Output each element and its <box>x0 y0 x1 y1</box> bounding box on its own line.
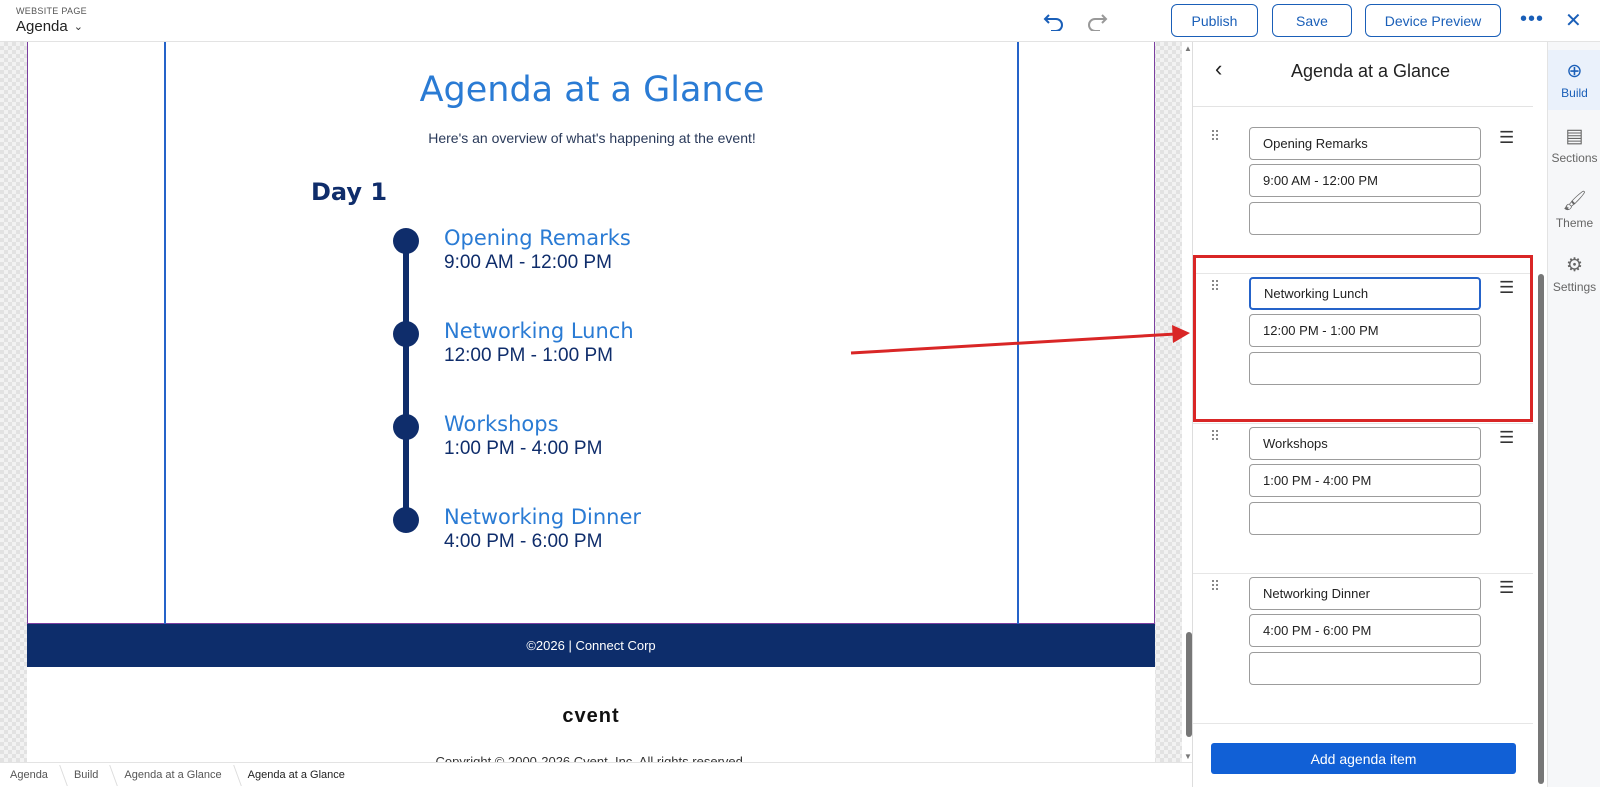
breadcrumb: Agenda Build Agenda at a Glance Agenda a… <box>0 762 1192 787</box>
top-bar: WEBSITE PAGE Agenda ⌄ Publish Save Devic… <box>0 0 1600 42</box>
rail-item-build[interactable]: ⊕ Build <box>1548 50 1600 110</box>
publish-button[interactable]: Publish <box>1171 4 1258 37</box>
menu-icon[interactable]: ☰ <box>1499 128 1514 148</box>
agenda-item-name-field[interactable]: Opening Remarks <box>1249 127 1481 160</box>
event-time: 12:00 PM - 1:00 PM <box>444 345 613 366</box>
rail-item-label: Build <box>1561 86 1588 100</box>
agenda-section[interactable]: Agenda at a Glance Here's an overview of… <box>27 42 1155 624</box>
chevron-down-icon: ⌄ <box>73 21 83 33</box>
paint-brush-icon: 🖌 <box>1562 190 1587 212</box>
agenda-item-extra-field[interactable] <box>1249 652 1481 685</box>
divider <box>1193 106 1533 107</box>
breadcrumb-item[interactable]: Agenda at a Glance <box>114 763 237 788</box>
undo-icon[interactable] <box>1041 8 1067 34</box>
drag-handle-icon[interactable] <box>1212 130 1220 144</box>
event-name: Workshops <box>444 412 559 436</box>
scroll-down-icon[interactable]: ▼ <box>1184 752 1192 761</box>
scroll-up-icon[interactable]: ▲ <box>1184 44 1192 53</box>
panel-title: Agenda at a Glance <box>1290 61 1451 81</box>
timeline-dot <box>393 321 419 347</box>
agenda-item-extra-field[interactable] <box>1249 502 1481 535</box>
event-time: 9:00 AM - 12:00 PM <box>444 252 612 273</box>
save-button[interactable]: Save <box>1272 4 1352 37</box>
agenda-item-name-field[interactable]: Workshops <box>1249 427 1481 460</box>
timeline-line <box>403 238 409 524</box>
sections-icon: ▤ <box>1565 126 1584 147</box>
rail-item-settings[interactable]: ⚙ Settings <box>1548 244 1600 304</box>
cvent-logo: cvent <box>562 705 620 727</box>
drag-handle-icon[interactable] <box>1212 580 1220 594</box>
add-agenda-item-button[interactable]: Add agenda item <box>1211 743 1516 774</box>
timeline-dot <box>393 414 419 440</box>
agenda-item-time-field[interactable]: 9:00 AM - 12:00 PM <box>1249 164 1481 197</box>
copyright-text: Copyright © 2000-2026 Cvent, Inc. All ri… <box>435 754 747 762</box>
plus-circle-icon: ⊕ <box>1566 61 1583 82</box>
event-name: Networking Lunch <box>444 319 634 343</box>
rail-item-label: Settings <box>1552 280 1597 294</box>
agenda-subtitle: Here's an overview of what's happening a… <box>428 130 756 146</box>
agenda-item-extra-field[interactable] <box>1249 202 1481 235</box>
agenda-title: Agenda at a Glance <box>419 70 765 110</box>
more-options-icon[interactable]: ••• <box>1520 8 1544 31</box>
page-selector[interactable]: Agenda ⌄ <box>16 18 83 35</box>
page-selector-label: Agenda <box>16 18 68 35</box>
event-name: Opening Remarks <box>444 226 631 250</box>
breadcrumb-item[interactable]: Build <box>64 763 114 788</box>
panel-scrollbar[interactable] <box>1533 102 1547 787</box>
rail-item-label: Sections <box>1551 151 1598 165</box>
redo-icon[interactable] <box>1084 8 1110 34</box>
menu-icon[interactable]: ☰ <box>1499 578 1514 598</box>
rail-item-theme[interactable]: 🖌 Theme <box>1548 179 1600 239</box>
drag-handle-icon[interactable] <box>1212 430 1220 444</box>
event-time: 4:00 PM - 6:00 PM <box>444 531 603 552</box>
agenda-item-editor: ☰ Opening Remarks 9:00 AM - 12:00 PM <box>1193 124 1533 274</box>
page-kicker: WEBSITE PAGE <box>16 6 87 16</box>
timeline-dot <box>393 507 419 533</box>
agenda-item-name-field[interactable]: Networking Dinner <box>1249 577 1481 610</box>
breadcrumb-item[interactable]: Agenda <box>0 763 64 788</box>
rail-item-sections[interactable]: ▤ Sections <box>1548 115 1600 175</box>
event-time: 1:00 PM - 4:00 PM <box>444 438 603 459</box>
agenda-item-time-field[interactable]: 1:00 PM - 4:00 PM <box>1249 464 1481 497</box>
breadcrumb-item-current: Agenda at a Glance <box>247 769 345 781</box>
highlight-box <box>1193 255 1533 422</box>
gear-icon: ⚙ <box>1565 255 1584 276</box>
agenda-item-editor: ☰ Networking Dinner 4:00 PM - 6:00 PM <box>1193 574 1533 724</box>
device-preview-button[interactable]: Device Preview <box>1365 4 1501 37</box>
page-footer[interactable]: ©2026 | Connect Corp <box>27 624 1155 667</box>
day-heading: Day 1 <box>311 178 388 206</box>
menu-icon[interactable]: ☰ <box>1499 428 1514 448</box>
panel-scroll-thumb[interactable] <box>1538 274 1544 784</box>
agenda-item-time-field[interactable]: 4:00 PM - 6:00 PM <box>1249 614 1481 647</box>
website-page-preview: Agenda at a Glance Here's an overview of… <box>27 42 1155 762</box>
editor-canvas[interactable]: Agenda at a Glance Here's an overview of… <box>0 42 1182 762</box>
close-icon[interactable]: ✕ <box>1565 8 1582 33</box>
right-rail: ⊕ Build ▤ Sections 🖌 Theme ⚙ Settings <box>1547 42 1600 787</box>
timeline-dot <box>393 228 419 254</box>
rail-item-label: Theme <box>1555 215 1594 230</box>
agenda-item-editor: ☰ Workshops 1:00 PM - 4:00 PM <box>1193 424 1533 574</box>
event-name: Networking Dinner <box>444 505 642 529</box>
